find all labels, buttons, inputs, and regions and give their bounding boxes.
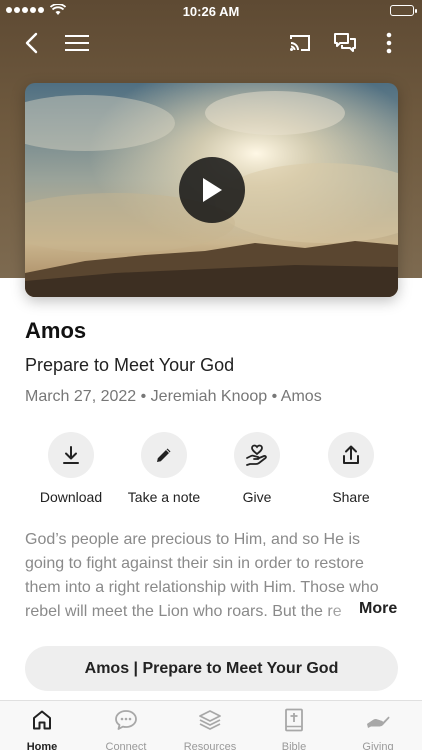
battery-icon bbox=[390, 5, 417, 16]
video-player[interactable] bbox=[25, 83, 398, 297]
play-button[interactable] bbox=[179, 157, 245, 223]
download-circle bbox=[48, 432, 94, 478]
sermon-meta: March 27, 2022 • Jeremiah Knoop • Amos bbox=[25, 388, 322, 405]
discussion-button[interactable] bbox=[328, 26, 362, 60]
give-circle bbox=[234, 432, 280, 478]
more-options-button[interactable] bbox=[372, 26, 406, 60]
status-time: 10:26 AM bbox=[182, 4, 240, 19]
download-icon bbox=[63, 446, 79, 464]
top-navigation-bar bbox=[0, 26, 422, 60]
chat-bubble-icon bbox=[115, 710, 137, 730]
tab-giving-label: Giving bbox=[362, 741, 394, 750]
pencil-icon bbox=[157, 448, 171, 462]
tab-resources-label: Resources bbox=[183, 741, 237, 750]
tab-bible[interactable]: Bible bbox=[252, 707, 336, 750]
menu-button[interactable] bbox=[60, 26, 94, 60]
sermon-description: God’s people are precious to Him, and so… bbox=[25, 528, 405, 624]
bible-icon bbox=[285, 708, 303, 732]
sermon-subtitle: Prepare to Meet Your God bbox=[25, 355, 235, 375]
layers-icon bbox=[199, 710, 221, 730]
back-button[interactable] bbox=[14, 26, 48, 60]
tab-home-label: Home bbox=[26, 741, 58, 750]
description-line: them into a right relationship with Him.… bbox=[25, 579, 379, 596]
status-bar: 10:26 AM bbox=[0, 0, 422, 22]
share-circle bbox=[328, 432, 374, 478]
description-line: going to fight against their sin in orde… bbox=[25, 555, 364, 572]
play-icon bbox=[203, 178, 222, 202]
chevron-left-icon bbox=[25, 32, 38, 54]
giving-hand-icon bbox=[367, 716, 390, 728]
sermon-title: Amos bbox=[25, 318, 87, 343]
tab-bible-label: Bible bbox=[281, 741, 307, 750]
tab-bar: Home Connect Resources Bible Giving bbox=[0, 700, 422, 750]
chat-bubbles-icon bbox=[334, 33, 356, 52]
tab-resources[interactable]: Resources bbox=[168, 707, 252, 750]
description-line: God’s people are precious to Him, and so… bbox=[25, 531, 360, 548]
share-label: Share bbox=[332, 489, 370, 505]
series-button[interactable]: Amos | Prepare to Meet Your God bbox=[25, 646, 398, 691]
share-button[interactable]: Share bbox=[296, 432, 406, 505]
give-hand-heart-icon bbox=[246, 444, 267, 466]
tab-connect-label: Connect bbox=[105, 741, 147, 750]
more-link[interactable]: More bbox=[359, 600, 397, 618]
hamburger-menu-icon bbox=[65, 35, 89, 51]
share-icon bbox=[343, 445, 359, 464]
home-icon bbox=[33, 710, 51, 730]
more-vertical-icon bbox=[386, 32, 392, 54]
tab-home[interactable]: Home bbox=[0, 707, 84, 750]
cast-icon bbox=[290, 35, 310, 51]
tab-giving[interactable]: Giving bbox=[336, 707, 420, 750]
tab-connect[interactable]: Connect bbox=[84, 707, 168, 750]
cast-button[interactable] bbox=[283, 26, 317, 60]
take-note-circle bbox=[141, 432, 187, 478]
